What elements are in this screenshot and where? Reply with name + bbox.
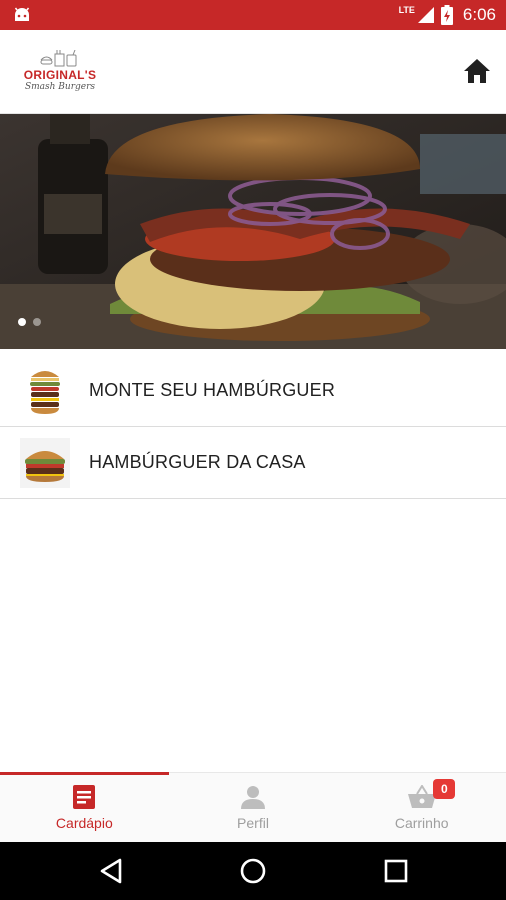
menu-item-monte-seu-hamburguer[interactable]: MONTE SEU HAMBÚRGUER [0, 355, 506, 427]
brand-logo: ORIGINAL'S Smash Burgers [20, 48, 100, 98]
active-tab-indicator [0, 772, 169, 775]
logo-icons [40, 50, 77, 67]
carousel-dot-2[interactable] [33, 318, 41, 326]
basket-icon [407, 785, 436, 808]
menu-document-icon [73, 785, 96, 809]
tab-indicator [169, 772, 338, 775]
menu-item-label: HAMBÚRGUER DA CASA [89, 452, 306, 472]
nav-tab-perfil[interactable]: Perfil [169, 773, 338, 842]
battery-charging-icon [440, 5, 453, 25]
carousel-dots [18, 318, 41, 326]
carousel-dot-1[interactable] [18, 318, 26, 326]
menu-list: MONTE SEU HAMBÚRGUER HAMBÚRGUER DA CASA [0, 355, 506, 499]
bottom-navigation: Cardápio Perfil 0 Carrinho [0, 772, 506, 842]
stacked-burger-thumbnail [20, 366, 70, 416]
banner-carousel[interactable] [0, 114, 506, 349]
android-icon [14, 7, 30, 21]
home-circle-icon[interactable] [238, 856, 268, 886]
nav-tab-cardapio[interactable]: Cardápio [0, 772, 169, 842]
menu-item-hamburguer-da-casa[interactable]: HAMBÚRGUER DA CASA [0, 427, 506, 499]
nav-label-cardapio: Cardápio [55, 815, 113, 831]
house-burger-thumbnail [20, 437, 70, 488]
signal-icon [417, 7, 434, 23]
app-bar: ORIGINAL'S Smash Burgers [0, 30, 506, 114]
nav-label-carrinho: Carrinho [394, 815, 449, 831]
cart-count-badge: 0 [433, 779, 456, 799]
nav-label-perfil: Perfil [237, 815, 269, 831]
tab-indicator [337, 772, 506, 775]
home-button[interactable] [460, 54, 494, 88]
status-bar: LTE 6:06 [0, 0, 506, 30]
logo-subtitle: Smash Burgers [24, 82, 96, 92]
network-type-label: LTE [398, 5, 415, 15]
back-icon[interactable] [96, 856, 126, 886]
nav-tab-carrinho[interactable]: 0 Carrinho [337, 773, 506, 842]
logo-title: ORIGINAL'S [23, 68, 97, 82]
recents-icon[interactable] [381, 856, 411, 886]
menu-item-label: MONTE SEU HAMBÚRGUER [89, 380, 336, 400]
burger-photo [0, 114, 506, 349]
system-navigation-bar [0, 842, 506, 900]
person-icon [241, 786, 265, 809]
home-icon [464, 59, 490, 83]
status-time: 6:06 [462, 5, 496, 24]
